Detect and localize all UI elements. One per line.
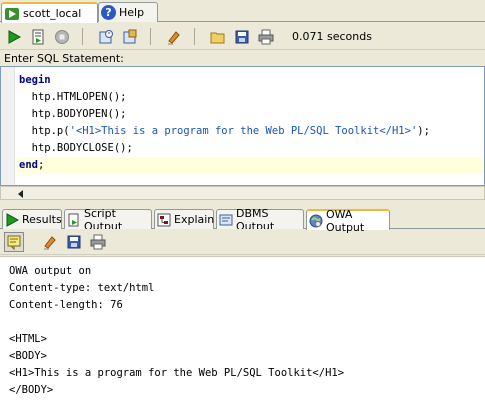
- tab-label: scott_local: [23, 7, 82, 20]
- document-tab-bar: scott_local ? Help: [0, 0, 485, 23]
- save-icon: [67, 235, 81, 249]
- save-output-button[interactable]: [64, 232, 84, 252]
- commit-icon: [99, 30, 113, 44]
- output-toolbar: [0, 229, 485, 255]
- output-line: </BODY>: [9, 384, 54, 396]
- code-line-current: end;: [17, 157, 484, 174]
- main-toolbar: 0.071 seconds: [0, 23, 485, 50]
- clear-button[interactable]: [164, 27, 184, 47]
- dbms-output-icon: [219, 213, 233, 227]
- code-line: htp.HTMLOPEN();: [19, 91, 127, 103]
- rollback-icon: [123, 29, 137, 44]
- tab-owa-output[interactable]: OWA Output: [306, 208, 390, 234]
- code-line: htp.BODYCLOSE();: [19, 142, 133, 154]
- owa-output-icon: [309, 214, 323, 228]
- open-file-button[interactable]: [208, 27, 228, 47]
- run-statement-button[interactable]: [4, 27, 24, 47]
- commit-button[interactable]: [96, 27, 116, 47]
- output-tab-bar: Results Script Output Explain DBMS Outpu…: [0, 207, 485, 234]
- save-icon: [235, 30, 249, 44]
- help-icon: ?: [101, 5, 116, 20]
- run-script-button[interactable]: [28, 27, 48, 47]
- toolbar-separator: [82, 28, 83, 45]
- clear-icon: [44, 236, 56, 250]
- tab-label: Results: [22, 213, 62, 226]
- output-text: OWA output on Content-type: text/html Co…: [9, 263, 344, 399]
- code-line: htp.BODYOPEN();: [19, 108, 127, 120]
- print-icon: [90, 234, 106, 250]
- run-script-icon: [32, 29, 44, 45]
- output-line: Content-length: 76: [9, 299, 123, 311]
- print-output-button[interactable]: [88, 232, 108, 252]
- code-line: begin: [19, 74, 51, 86]
- enable-owa-output-icon: [7, 235, 21, 250]
- tab-label: Explain: [174, 213, 215, 226]
- open-file-icon: [210, 32, 225, 44]
- script-output-icon: [67, 213, 81, 227]
- print-icon: [258, 29, 274, 45]
- output-line: <BODY>: [9, 350, 47, 362]
- sql-editor[interactable]: begin htp.HTMLOPEN(); htp.BODYOPEN(); ht…: [0, 66, 485, 186]
- tab-script-output[interactable]: Script Output: [64, 207, 152, 233]
- tab-dbms-output[interactable]: DBMS Output: [216, 207, 304, 233]
- tab-label: OWA Output: [326, 207, 365, 234]
- toolbar-separator: [194, 28, 195, 45]
- editor-gutter: [1, 67, 15, 185]
- toolbar-separator: [150, 28, 151, 45]
- code-line: htp.p('<H1>This is a program for the Web…: [19, 125, 430, 137]
- results-icon: [5, 212, 20, 227]
- clear-output-button[interactable]: [40, 232, 60, 252]
- print-button[interactable]: [256, 27, 276, 47]
- sql-statement-label: Enter SQL Statement:: [4, 52, 124, 65]
- output-line: Content-type: text/html: [9, 282, 155, 294]
- scroll-left-arrow-icon[interactable]: [15, 189, 27, 199]
- rollback-button[interactable]: [120, 27, 140, 47]
- cancel-icon: [55, 30, 69, 44]
- output-line: <H1>This is a program for the Web PL/SQL…: [9, 367, 345, 379]
- run-statement-icon: [8, 30, 22, 44]
- editor-code[interactable]: begin htp.HTMLOPEN(); htp.BODYOPEN(); ht…: [17, 72, 484, 174]
- cancel-button[interactable]: [52, 27, 72, 47]
- output-line: <HTML>: [9, 333, 47, 345]
- enable-owa-output-button[interactable]: [4, 232, 24, 252]
- tab-results[interactable]: Results: [2, 209, 62, 229]
- tab-explain[interactable]: Explain: [154, 209, 214, 229]
- owa-output-area[interactable]: OWA output on Content-type: text/html Co…: [0, 256, 485, 416]
- editor-horizontal-scrollbar[interactable]: [0, 186, 485, 200]
- elapsed-time: 0.071 seconds: [292, 30, 372, 43]
- tab-scott-local[interactable]: scott_local: [1, 2, 98, 23]
- tab-help[interactable]: ? Help: [98, 2, 158, 22]
- output-line: OWA output on: [9, 265, 92, 277]
- save-button[interactable]: [232, 27, 252, 47]
- database-icon: [4, 6, 20, 22]
- tab-label: Help: [119, 6, 145, 19]
- clear-icon: [168, 31, 180, 45]
- explain-icon: [157, 213, 171, 227]
